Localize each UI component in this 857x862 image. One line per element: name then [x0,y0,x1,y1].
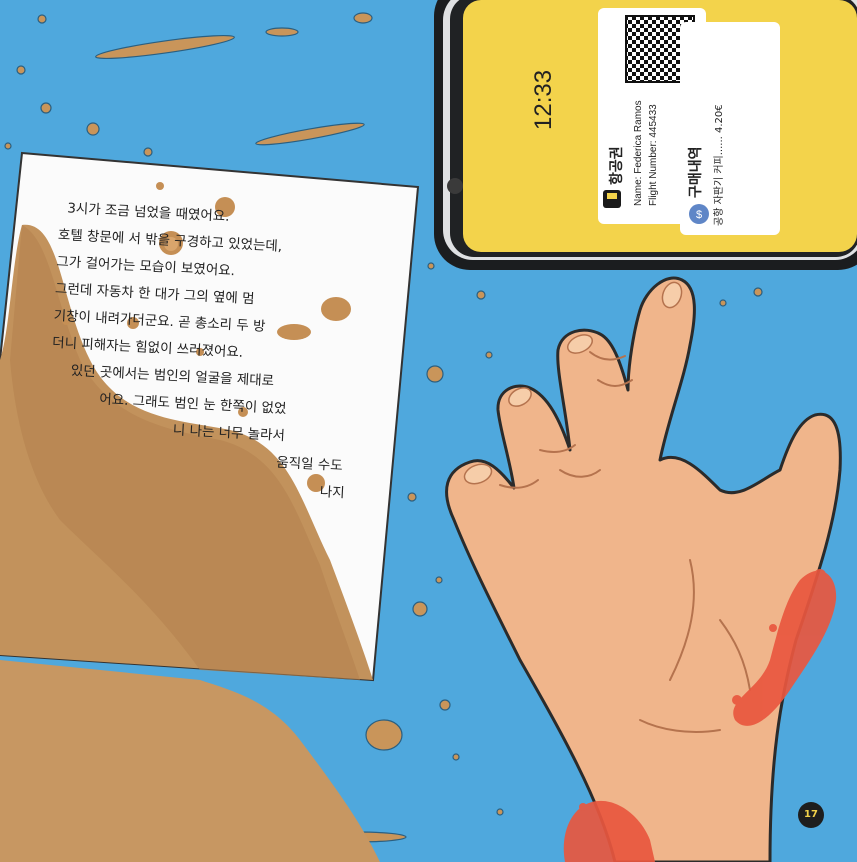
phone-clock: 12:33 [530,69,557,130]
smartphone: $ [434,0,857,270]
purchase-title: 구매내역 [688,146,704,198]
ticket-name: Name: Federica Ramos [633,100,644,206]
hand [445,276,842,862]
svg-text:$: $ [696,209,702,221]
ticket-title: 항공권 [609,146,625,185]
note-text: 3시가 조금 넘었을 때였어요. 호텔 창문에 서 밖을 구경하고 있었는데, … [44,195,399,509]
page-number: 17 [798,802,824,828]
purchase-card [680,22,780,235]
purchase-item: 공항 자판기 커피...... 4.20€ [714,104,725,226]
ticket-flight: Flight Number: 445433 [648,104,659,206]
